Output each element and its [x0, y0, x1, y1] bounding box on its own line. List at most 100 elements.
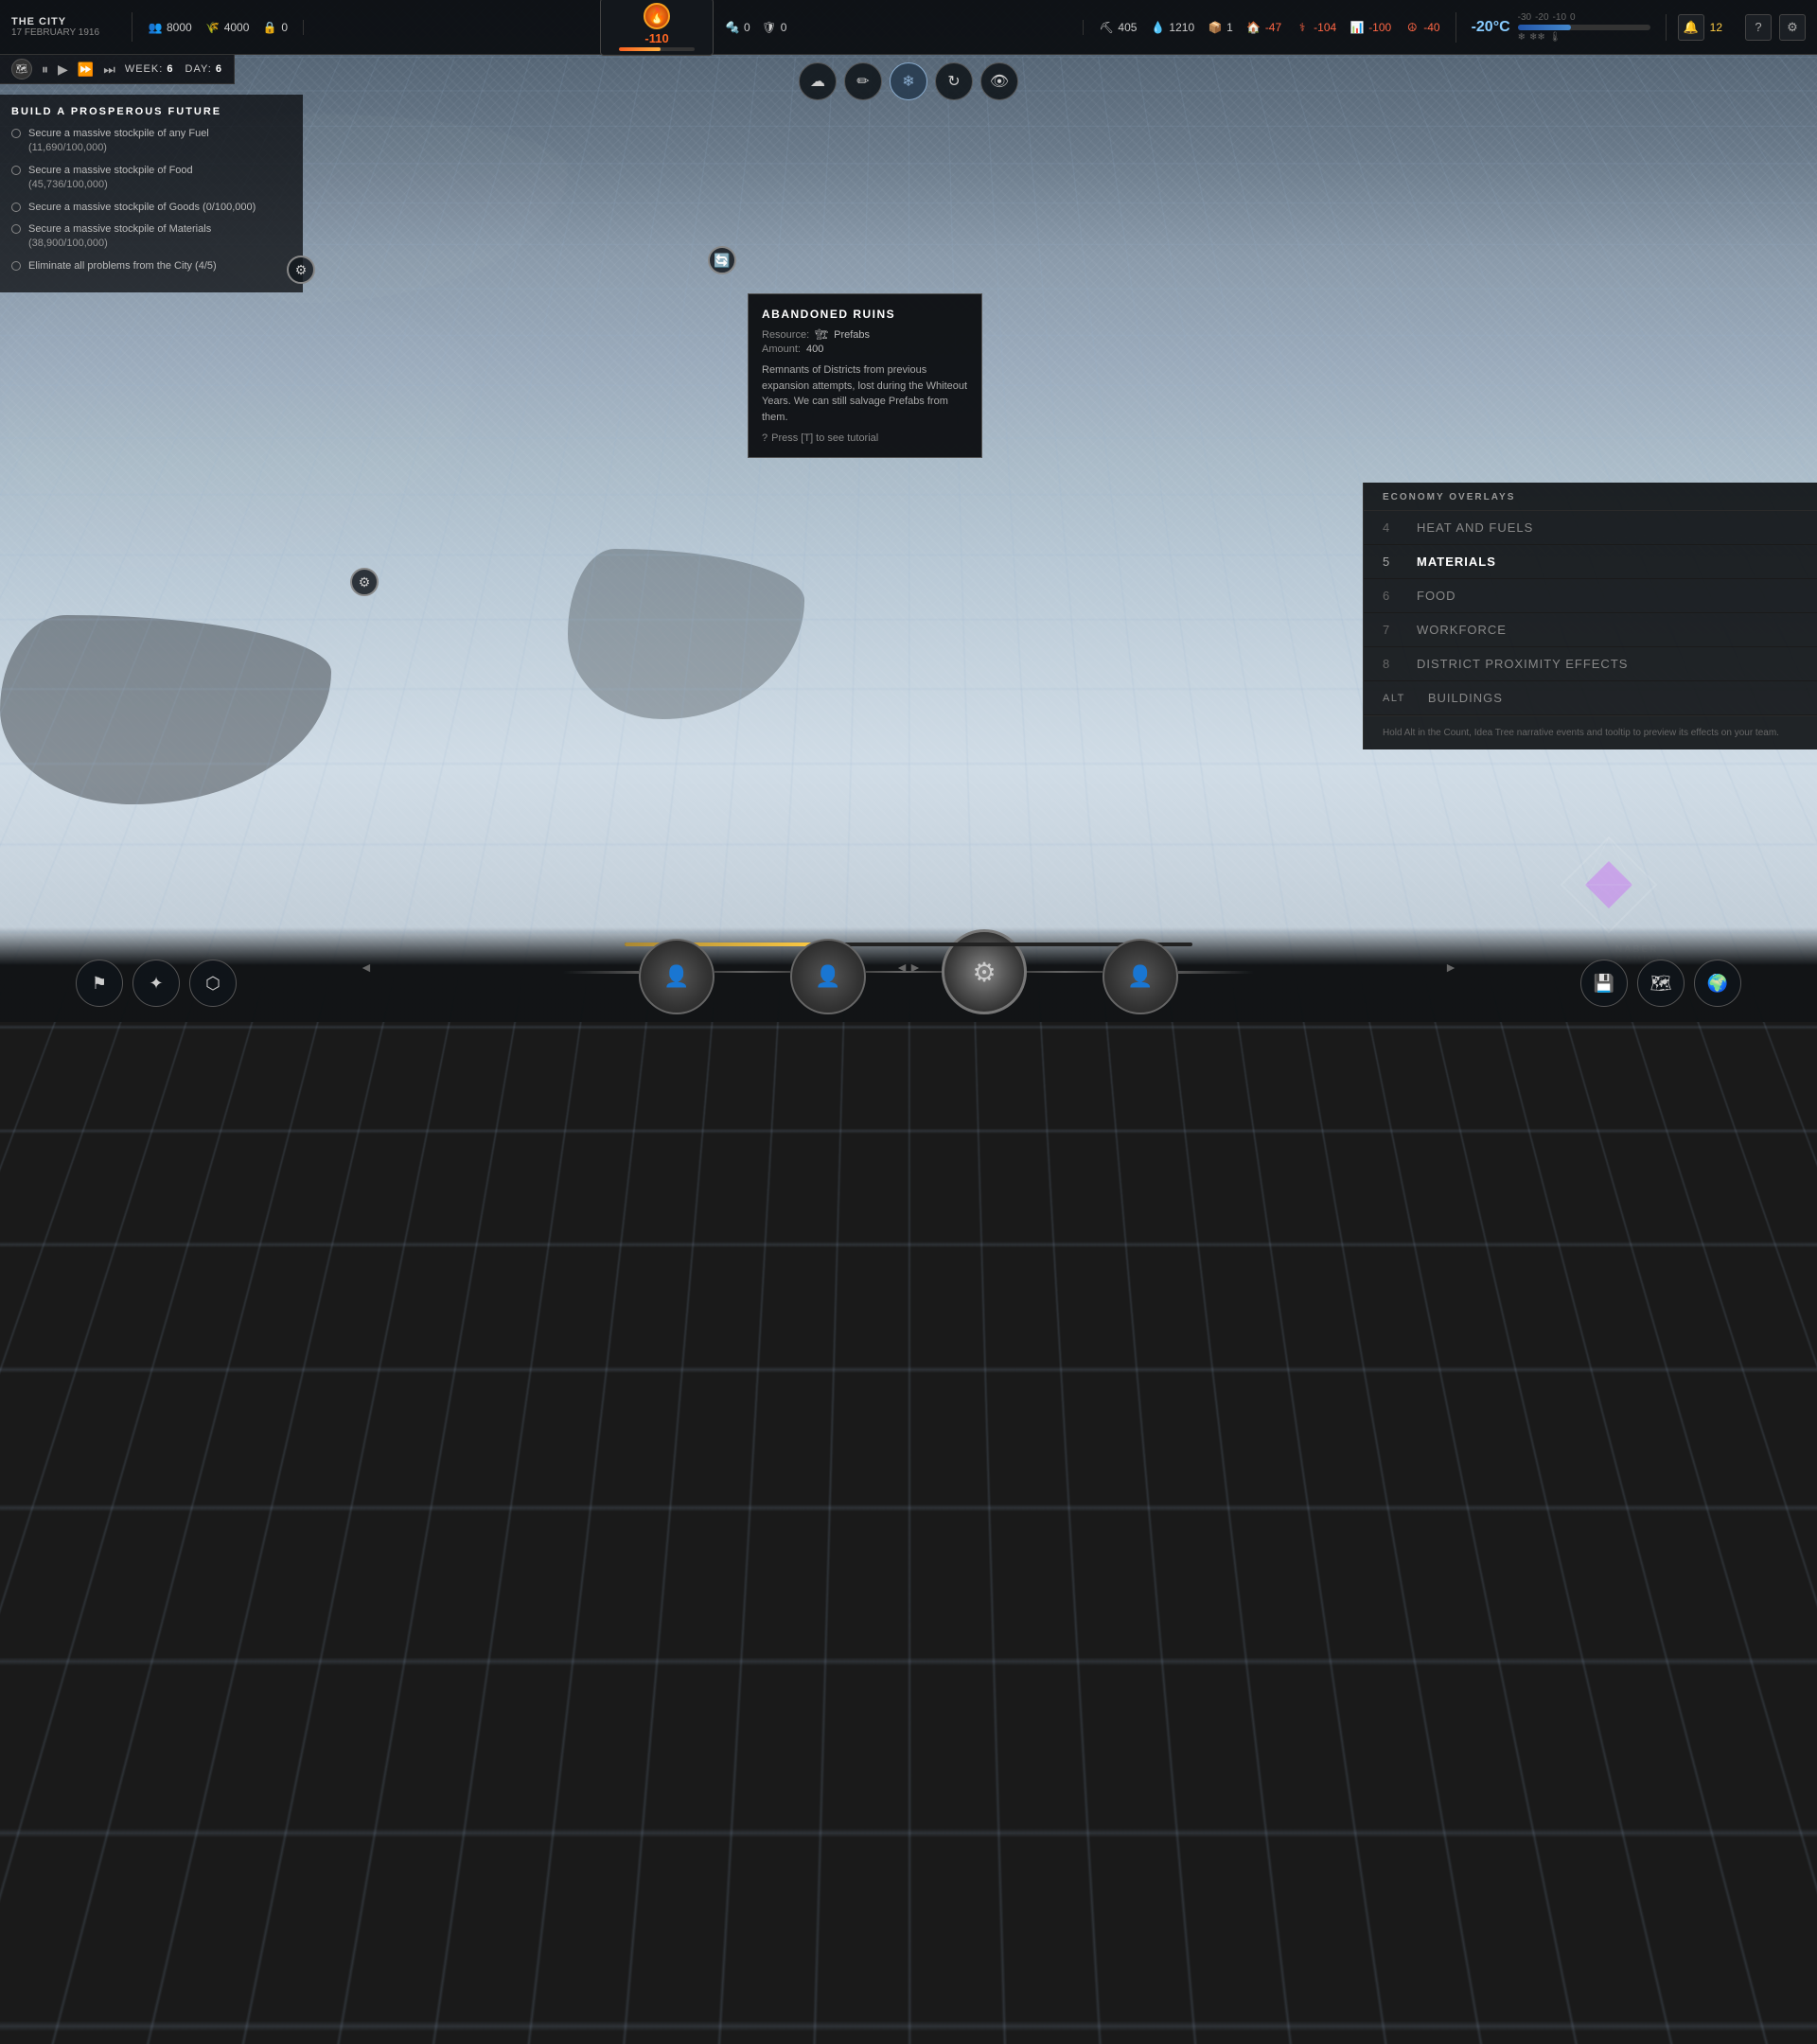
- agent-portrait-3[interactable]: 👤: [1103, 939, 1178, 1014]
- tooltip-description: Remnants of Districts from previous expa…: [762, 362, 968, 425]
- left-panel: BUILD A PROSPEROUS FUTURE Secure a massi…: [0, 95, 303, 292]
- economy-panel-title: ECONOMY OVERLAYS: [1364, 483, 1817, 511]
- economy-label-heat-fuels: HEAT AND FUELS: [1417, 520, 1533, 535]
- map-marker-2[interactable]: ⚙: [350, 568, 379, 596]
- alt-label: ALT: [1383, 693, 1405, 704]
- week-label: WEEK:: [125, 63, 163, 75]
- tooltip-resource-label: Resource:: [762, 329, 809, 341]
- zero-value: 0: [744, 21, 750, 34]
- food-icon: 🌾: [205, 20, 221, 35]
- prefabs-icon: 🏗: [815, 328, 828, 341]
- economy-item-buildings[interactable]: ALT BUILDINGS: [1364, 681, 1817, 715]
- city-date: 17 FEBRUARY 1916: [11, 27, 120, 38]
- time-controls: 🗺 ⏸ ▶ ⏩ ⏭ WEEK: 6 DAY: 6: [0, 55, 235, 84]
- tooltip-title: ABANDONED RUINS: [762, 308, 968, 321]
- marker-1-icon: ⚙: [295, 262, 308, 278]
- coal-icon: ⛏: [1099, 20, 1114, 35]
- obj-circle-4: [11, 224, 21, 234]
- marker-2-icon: ⚙: [359, 574, 371, 590]
- tooltip-resource-row: Resource: 🏗 Prefabs: [762, 328, 968, 341]
- notifications-area: 🔔 12: [1666, 14, 1734, 41]
- heat-negative: 🏠 -47: [1246, 20, 1281, 35]
- medical-negative: ⚕ -104: [1295, 20, 1336, 35]
- workers-icon: 👥: [148, 20, 163, 35]
- economy-hint: Hold Alt in the Count, Idea Tree narrati…: [1364, 715, 1817, 749]
- help-button[interactable]: ?: [1745, 14, 1772, 41]
- economy-num-7: 7: [1383, 623, 1402, 637]
- bottom-left-icons: ⚑ ✦ ⬡: [76, 960, 237, 1007]
- fast-button[interactable]: ⏩: [78, 62, 94, 78]
- faction-icon: ⚑: [92, 974, 107, 994]
- rotate-btn[interactable]: ↻: [935, 62, 973, 100]
- nav-arrow-center-right[interactable]: ►: [908, 960, 922, 975]
- pencil-btn[interactable]: ✏: [844, 62, 882, 100]
- agent-portrait-2[interactable]: 👤: [790, 939, 866, 1014]
- map-marker-3[interactable]: 🔄: [708, 246, 736, 274]
- eye-btn[interactable]: 👁: [980, 62, 1018, 100]
- economy-item-food[interactable]: 6 FOOD: [1364, 579, 1817, 613]
- connector-3: [1027, 971, 1103, 973]
- faction-button[interactable]: ⚑: [76, 960, 123, 1007]
- temperature-display: -20°C -30 -20 -10 0 ❄ ❄❄ 🌡: [1455, 12, 1666, 43]
- obj-text-2: Secure a massive stockpile of Food(45,73…: [28, 164, 193, 193]
- world-button[interactable]: 🌍: [1694, 960, 1741, 1007]
- shield-resource-icon: 🛡: [762, 20, 777, 35]
- faith-icon: ☮: [1404, 20, 1420, 35]
- map-controls: ☁ ✏ ❄ ↻ 👁: [791, 55, 1026, 108]
- play-button[interactable]: ▶: [58, 62, 68, 78]
- economy-item-workforce[interactable]: 7 WORKFORCE: [1364, 613, 1817, 647]
- crates-value: 1: [1226, 21, 1233, 34]
- tooltip-amount-row: Amount: 400: [762, 344, 968, 355]
- center-hud: 🔥 -110 🔩 0 🛡 0: [304, 0, 1083, 56]
- archive-button[interactable]: 💾: [1580, 960, 1628, 1007]
- temperature-value: -20°C: [1472, 19, 1510, 36]
- coal-resource: ⛏ 405: [1099, 20, 1137, 35]
- top-hud: THE CITY 17 FEBRUARY 1916 👥 8000 🌾 4000 …: [0, 0, 1817, 55]
- economy-num-5: 5: [1383, 555, 1402, 569]
- map-button[interactable]: 🗺: [1637, 960, 1685, 1007]
- workers-value: 8000: [167, 21, 192, 34]
- city-name: THE CITY: [11, 16, 120, 27]
- nav-arrow-left[interactable]: ◄: [360, 960, 373, 975]
- objective-item-3: Secure a massive stockpile of Goods (0/1…: [11, 201, 291, 215]
- steam-bar: [619, 47, 695, 51]
- map-marker-1[interactable]: ⚙: [287, 256, 315, 284]
- fastest-button[interactable]: ⏭: [103, 62, 115, 78]
- agent-portrait-1[interactable]: 👤: [639, 939, 714, 1014]
- tech-button[interactable]: ✦: [132, 960, 180, 1007]
- laws-button[interactable]: ⬡: [189, 960, 237, 1007]
- snowflake-btn[interactable]: ❄: [890, 62, 927, 100]
- cloud-btn[interactable]: ☁: [799, 62, 837, 100]
- tooltip-resource-value: Prefabs: [834, 329, 870, 341]
- nav-arrow-right[interactable]: ►: [1444, 960, 1457, 975]
- temperature-bar: [1518, 25, 1650, 30]
- steam-core-display[interactable]: 🔥 -110: [600, 0, 714, 56]
- economy-item-materials[interactable]: 5 MATERIALS: [1364, 545, 1817, 579]
- sick-icon: 🔒: [262, 20, 277, 35]
- bell-icon: 🔔: [1684, 20, 1699, 35]
- workers-resource: 👥 8000: [148, 20, 192, 35]
- question-icon: ?: [1755, 20, 1761, 34]
- steam-bar-fill: [619, 47, 661, 51]
- economy-item-heat-fuels[interactable]: 4 HEAT AND FUELS: [1364, 511, 1817, 545]
- economy-num-8: 8: [1383, 657, 1402, 671]
- objective-item-4: Secure a massive stockpile of Materials(…: [11, 222, 291, 252]
- snowflake-icon: ❄: [902, 72, 914, 91]
- zero-resource: 🔩 0: [725, 20, 750, 35]
- cloud-icon: ☁: [810, 72, 825, 91]
- economy-item-district-effects[interactable]: 8 DISTRICT PROXIMITY EFFECTS: [1364, 647, 1817, 681]
- resources-right: ⛏ 405 💧 1210 📦 1 🏠 -47 ⚕ -104 📊 -100 ☮ -…: [1083, 20, 1455, 35]
- settings-button[interactable]: ⚙: [1779, 14, 1806, 41]
- economy-label-district-effects: DISTRICT PROXIMITY EFFECTS: [1417, 657, 1628, 671]
- pause-button[interactable]: ⏸: [42, 62, 48, 78]
- economy-label-buildings: BUILDINGS: [1428, 691, 1503, 705]
- steam-resource: 💧 1210: [1150, 20, 1194, 35]
- steam-value-display: 1210: [1169, 21, 1194, 34]
- sick-resource: 🔒 0: [262, 20, 288, 35]
- heat-icon: 🏠: [1246, 20, 1261, 35]
- bottom-right-icons: 💾 🗺 🌍: [1580, 960, 1741, 1007]
- notifications-btn[interactable]: 🔔: [1678, 14, 1704, 41]
- nav-arrow-center-left[interactable]: ◄: [895, 960, 908, 975]
- map-toggle-btn[interactable]: 🗺: [11, 59, 32, 79]
- temp-bar-fill: [1518, 25, 1571, 30]
